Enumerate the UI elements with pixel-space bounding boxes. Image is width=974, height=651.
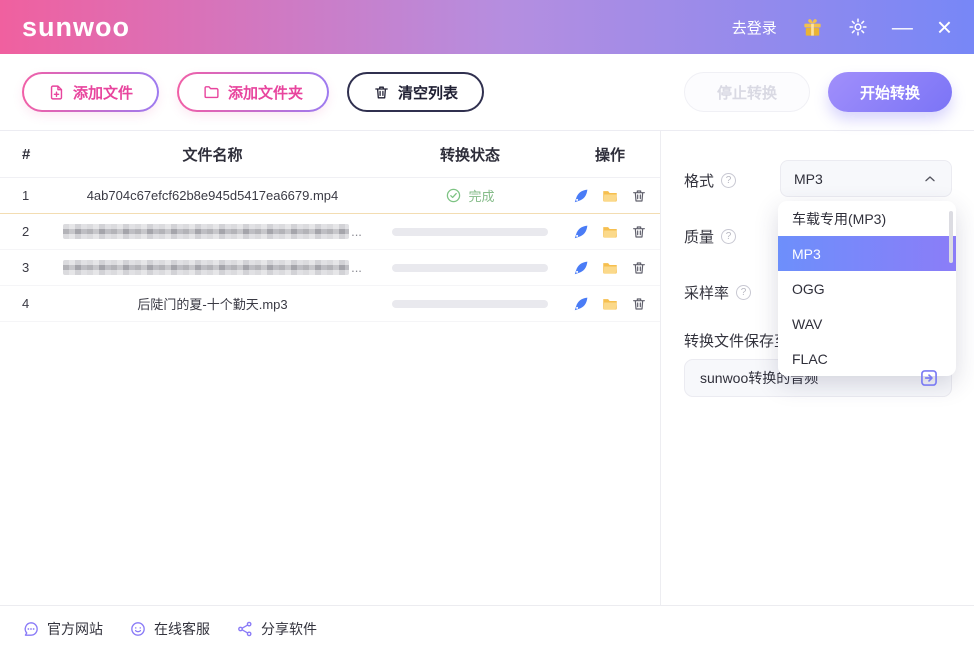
app-logo: sunwoo — [22, 12, 130, 43]
share-app-link[interactable]: 分享软件 — [236, 619, 317, 639]
share-app-label: 分享软件 — [261, 619, 317, 639]
dropdown-option-ogg[interactable]: OGG — [778, 271, 956, 306]
column-name: 文件名称 — [45, 144, 380, 165]
save-to-label: 转换文件保存至 — [684, 330, 789, 351]
row-index: 3 — [0, 260, 45, 275]
format-help-icon[interactable]: ? — [721, 173, 736, 188]
table-row: 4 后陡门的夏-十个勤天.mp3 — [0, 286, 660, 322]
format-value: MP3 — [794, 171, 823, 187]
status-text: 完成 — [468, 186, 494, 205]
progress-bar — [392, 300, 548, 308]
gear-icon[interactable] — [848, 17, 868, 37]
footer: 官方网站 在线客服 分享软件 — [0, 605, 974, 651]
quality-label-row: 质量 ? — [684, 226, 736, 247]
quality-help-icon[interactable]: ? — [721, 229, 736, 244]
chat-bubble-icon — [22, 620, 40, 638]
row-index: 2 — [0, 224, 45, 239]
start-convert-button[interactable]: 开始转换 — [828, 72, 952, 112]
format-label: 格式 — [684, 170, 714, 191]
browse-folder-icon[interactable] — [919, 368, 939, 388]
masked-file-name — [63, 260, 349, 275]
gift-icon[interactable] — [801, 16, 824, 39]
official-website-link[interactable]: 官方网站 — [22, 619, 103, 639]
clear-list-label: 清空列表 — [398, 82, 458, 103]
column-actions: 操作 — [560, 144, 660, 165]
format-select[interactable]: MP3 — [780, 160, 952, 197]
online-service-label: 在线客服 — [154, 619, 210, 639]
format-dropdown: 车载专用(MP3) MP3 OGG WAV FLAC — [778, 201, 956, 376]
column-status: 转换状态 — [380, 144, 560, 165]
dropdown-option-mp3[interactable]: MP3 — [778, 236, 956, 271]
masked-file-name — [63, 224, 349, 239]
column-index: # — [0, 146, 45, 163]
toolbar: 添加文件 添加文件夹 清空列表 停止转换 开始转换 — [0, 54, 974, 131]
table-row: 2 ... — [0, 214, 660, 250]
clear-list-button[interactable]: 清空列表 — [347, 72, 484, 112]
open-folder-icon[interactable] — [601, 223, 619, 241]
add-file-label: 添加文件 — [73, 82, 133, 103]
row-index: 1 — [0, 188, 45, 203]
open-folder-icon[interactable] — [601, 295, 619, 313]
official-website-label: 官方网站 — [47, 619, 103, 639]
add-folder-icon — [203, 84, 220, 101]
title-bar: sunwoo 去登录 — × — [0, 0, 974, 54]
sample-rate-help-icon[interactable]: ? — [736, 285, 751, 300]
file-list: 1 4ab704c67efcf62b8e945d5417ea6679.mp4 完… — [0, 178, 660, 322]
add-file-button[interactable]: 添加文件 — [22, 72, 159, 112]
delete-icon[interactable] — [630, 295, 648, 313]
headset-face-icon — [129, 620, 147, 638]
delete-icon[interactable] — [630, 187, 648, 205]
stop-convert-button[interactable]: 停止转换 — [684, 72, 810, 112]
minimize-button[interactable]: — — [892, 17, 913, 38]
open-folder-icon[interactable] — [601, 187, 619, 205]
sample-rate-label-row: 采样率 ? — [684, 282, 751, 303]
delete-icon[interactable] — [630, 259, 648, 277]
trash-icon — [373, 84, 390, 101]
file-name: 后陡门的夏-十个勤天.mp3 — [137, 294, 287, 313]
online-service-link[interactable]: 在线客服 — [129, 619, 210, 639]
header-actions: 去登录 — × — [732, 14, 952, 40]
row-index: 4 — [0, 296, 45, 311]
add-file-icon — [48, 84, 65, 101]
preview-icon[interactable] — [572, 187, 590, 205]
preview-icon[interactable] — [572, 259, 590, 277]
quality-label: 质量 — [684, 226, 714, 247]
masked-name-suffix: ... — [351, 224, 362, 239]
table-row: 1 4ab704c67efcf62b8e945d5417ea6679.mp4 完… — [0, 178, 660, 214]
chevron-up-icon — [922, 171, 938, 187]
open-folder-icon[interactable] — [601, 259, 619, 277]
format-label-row: 格式 ? — [684, 170, 736, 191]
dropdown-option-wav[interactable]: WAV — [778, 306, 956, 341]
table-header: # 文件名称 转换状态 操作 — [0, 131, 660, 178]
preview-icon[interactable] — [572, 295, 590, 313]
sample-rate-label: 采样率 — [684, 282, 729, 303]
stop-convert-label: 停止转换 — [717, 82, 777, 103]
dropdown-scrollbar[interactable] — [949, 211, 953, 263]
progress-bar — [392, 228, 548, 236]
dropdown-option-car-mp3[interactable]: 车载专用(MP3) — [778, 201, 956, 236]
add-folder-label: 添加文件夹 — [228, 82, 303, 103]
close-button[interactable]: × — [937, 14, 952, 40]
preview-icon[interactable] — [572, 223, 590, 241]
check-circle-icon — [445, 187, 462, 204]
masked-name-suffix: ... — [351, 260, 362, 275]
file-name: 4ab704c67efcf62b8e945d5417ea6679.mp4 — [87, 188, 339, 203]
start-convert-label: 开始转换 — [860, 82, 920, 103]
delete-icon[interactable] — [630, 223, 648, 241]
share-nodes-icon — [236, 620, 254, 638]
table-row: 3 ... — [0, 250, 660, 286]
panel-divider — [660, 131, 661, 605]
login-link[interactable]: 去登录 — [732, 17, 777, 38]
add-folder-button[interactable]: 添加文件夹 — [177, 72, 329, 112]
progress-bar — [392, 264, 548, 272]
